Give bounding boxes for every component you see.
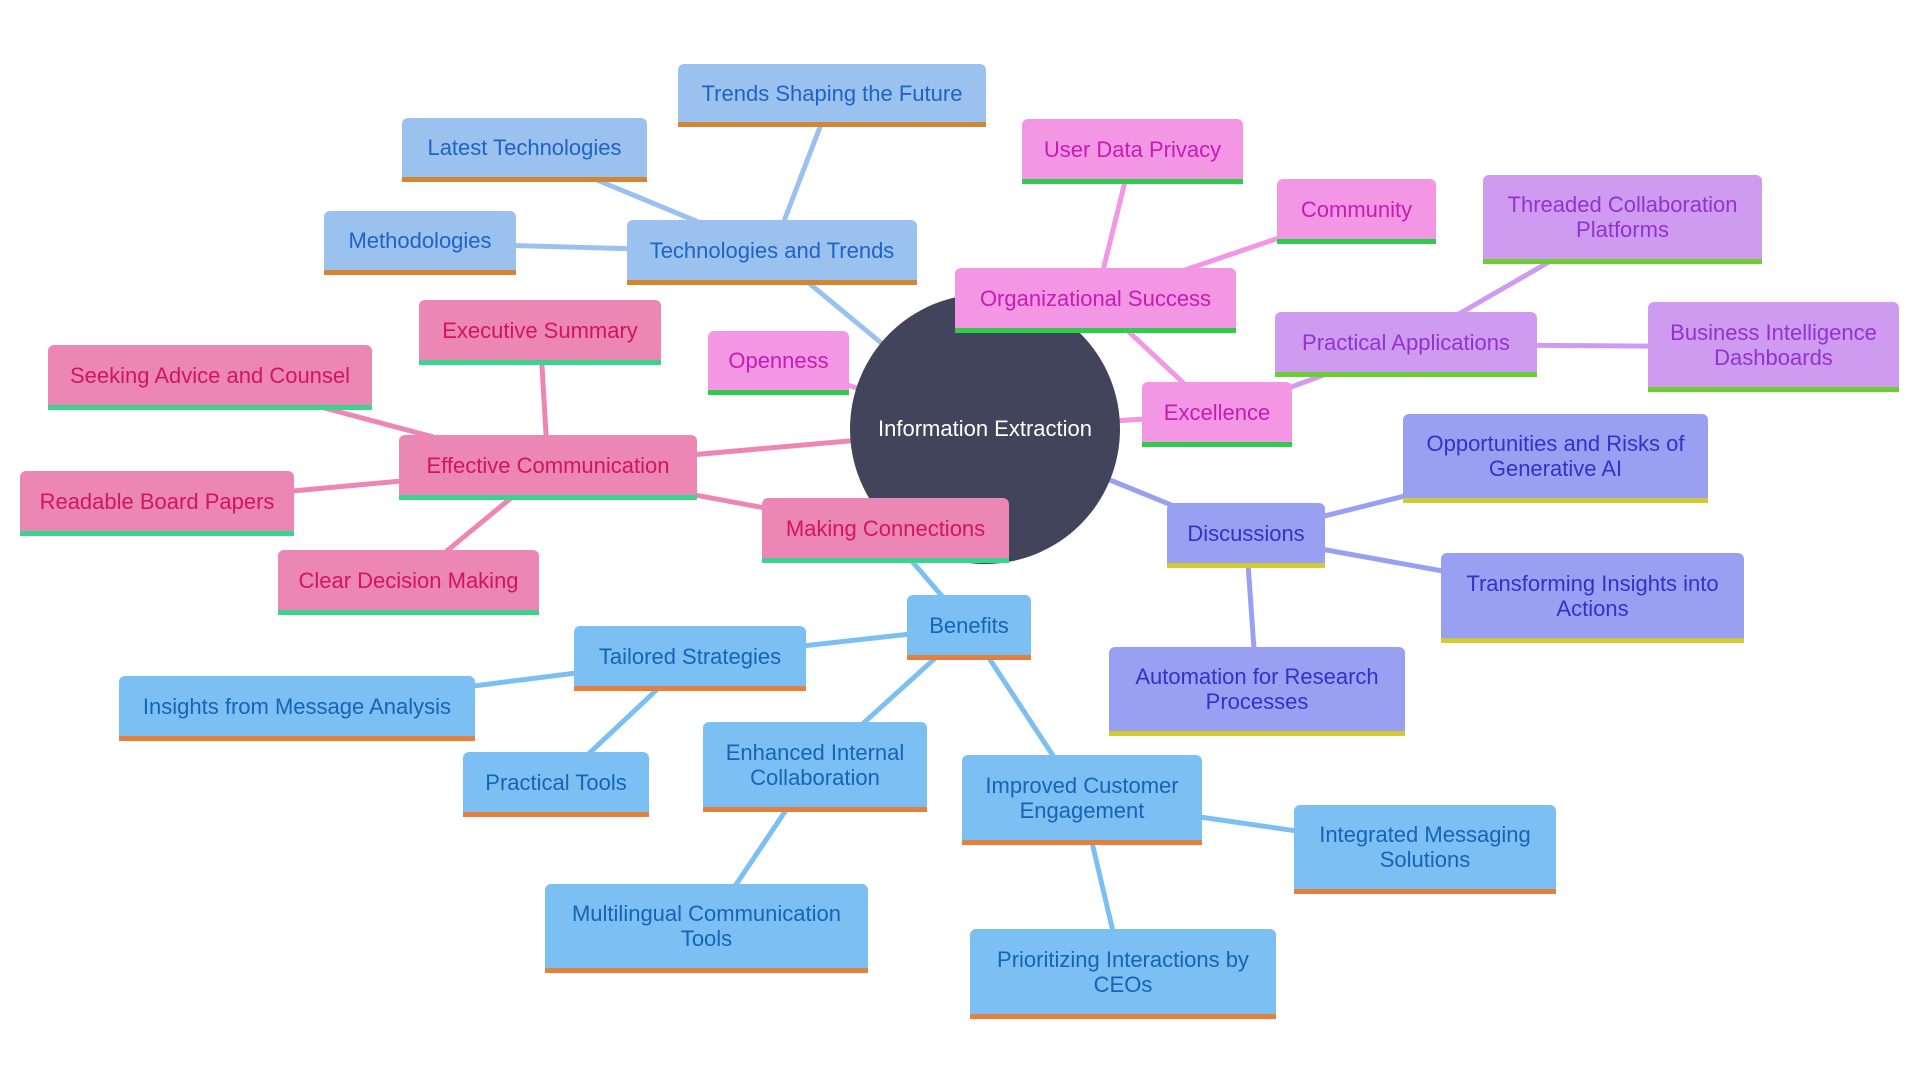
central-node-label: Information Extraction xyxy=(878,416,1092,441)
node-discussions[interactable]: Discussions xyxy=(1167,503,1325,568)
node-enhanced-internal-collaboration[interactable]: Enhanced Internal Collaboration xyxy=(703,722,927,812)
node-practical-tools[interactable]: Practical Tools xyxy=(463,752,649,817)
node-user-data-privacy[interactable]: User Data Privacy xyxy=(1022,119,1243,184)
node-automation-for-research-processes[interactable]: Automation for Research Processes xyxy=(1109,647,1405,736)
node-multilingual-communication-tools[interactable]: Multilingual Communication Tools xyxy=(545,884,868,973)
node-practical-applications[interactable]: Practical Applications xyxy=(1275,312,1537,377)
node-seeking-advice-and-counsel[interactable]: Seeking Advice and Counsel xyxy=(48,345,372,410)
node-organizational-success[interactable]: Organizational Success xyxy=(955,268,1236,333)
node-executive-summary[interactable]: Executive Summary xyxy=(419,300,661,365)
node-excellence[interactable]: Excellence xyxy=(1142,382,1292,447)
node-technologies-and-trends[interactable]: Technologies and Trends xyxy=(627,220,917,285)
node-business-intelligence-dashboards[interactable]: Business Intelligence Dashboards xyxy=(1648,302,1899,392)
node-transforming-insights-into-actions[interactable]: Transforming Insights into Actions xyxy=(1441,553,1744,643)
node-latest-technologies[interactable]: Latest Technologies xyxy=(402,118,647,182)
node-threaded-collaboration-platforms[interactable]: Threaded Collaboration Platforms xyxy=(1483,175,1762,264)
node-benefits[interactable]: Benefits xyxy=(907,595,1031,660)
node-community[interactable]: Community xyxy=(1277,179,1436,244)
node-openness[interactable]: Openness xyxy=(708,331,849,395)
node-insights-from-message-analysis[interactable]: Insights from Message Analysis xyxy=(119,676,475,741)
node-prioritizing-interactions-by-ceos[interactable]: Prioritizing Interactions by CEOs xyxy=(970,929,1276,1019)
node-clear-decision-making[interactable]: Clear Decision Making xyxy=(278,550,539,615)
node-integrated-messaging-solutions[interactable]: Integrated Messaging Solutions xyxy=(1294,805,1556,894)
node-opportunities-and-risks-of-generative-ai[interactable]: Opportunities and Risks of Generative AI xyxy=(1403,414,1708,503)
node-methodologies[interactable]: Methodologies xyxy=(324,211,516,275)
node-improved-customer-engagement[interactable]: Improved Customer Engagement xyxy=(962,755,1202,845)
node-tailored-strategies[interactable]: Tailored Strategies xyxy=(574,626,806,691)
node-readable-board-papers[interactable]: Readable Board Papers xyxy=(20,471,294,536)
node-making-connections[interactable]: Making Connections xyxy=(762,498,1009,563)
node-trends-shaping-the-future[interactable]: Trends Shaping the Future xyxy=(678,64,986,127)
node-effective-communication[interactable]: Effective Communication xyxy=(399,435,697,500)
